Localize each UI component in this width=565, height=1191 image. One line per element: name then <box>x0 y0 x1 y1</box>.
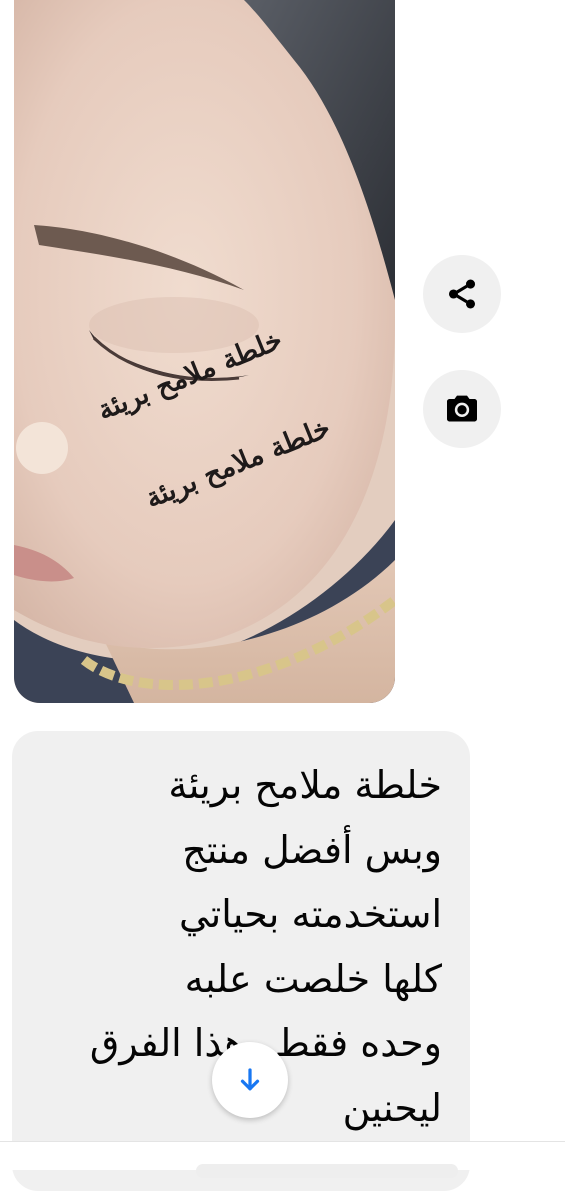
scroll-to-bottom-button[interactable] <box>212 1042 288 1118</box>
photo-message[interactable]: خلطة ملامح بريئة خلطة ملامح بريئة <box>14 0 395 703</box>
message-line: وبس أفضل منتج <box>182 827 442 872</box>
text-message-bubble[interactable]: خلطة ملامح بريئة وبس أفضل منتج استخدمته … <box>12 731 470 1191</box>
message-line: كلها خلصت علبه <box>184 956 442 1001</box>
message-line: استخدمته بحياتي <box>178 892 442 936</box>
message-line: خلطة ملامح بريئة <box>168 763 442 807</box>
camera-button[interactable] <box>423 370 501 448</box>
face-photo <box>14 0 395 703</box>
message-input[interactable] <box>196 1164 458 1178</box>
composer-bar <box>0 1141 565 1178</box>
arrow-down-icon <box>240 1068 260 1091</box>
share-icon <box>448 279 476 309</box>
camera-icon <box>447 395 477 422</box>
share-button[interactable] <box>423 255 501 333</box>
